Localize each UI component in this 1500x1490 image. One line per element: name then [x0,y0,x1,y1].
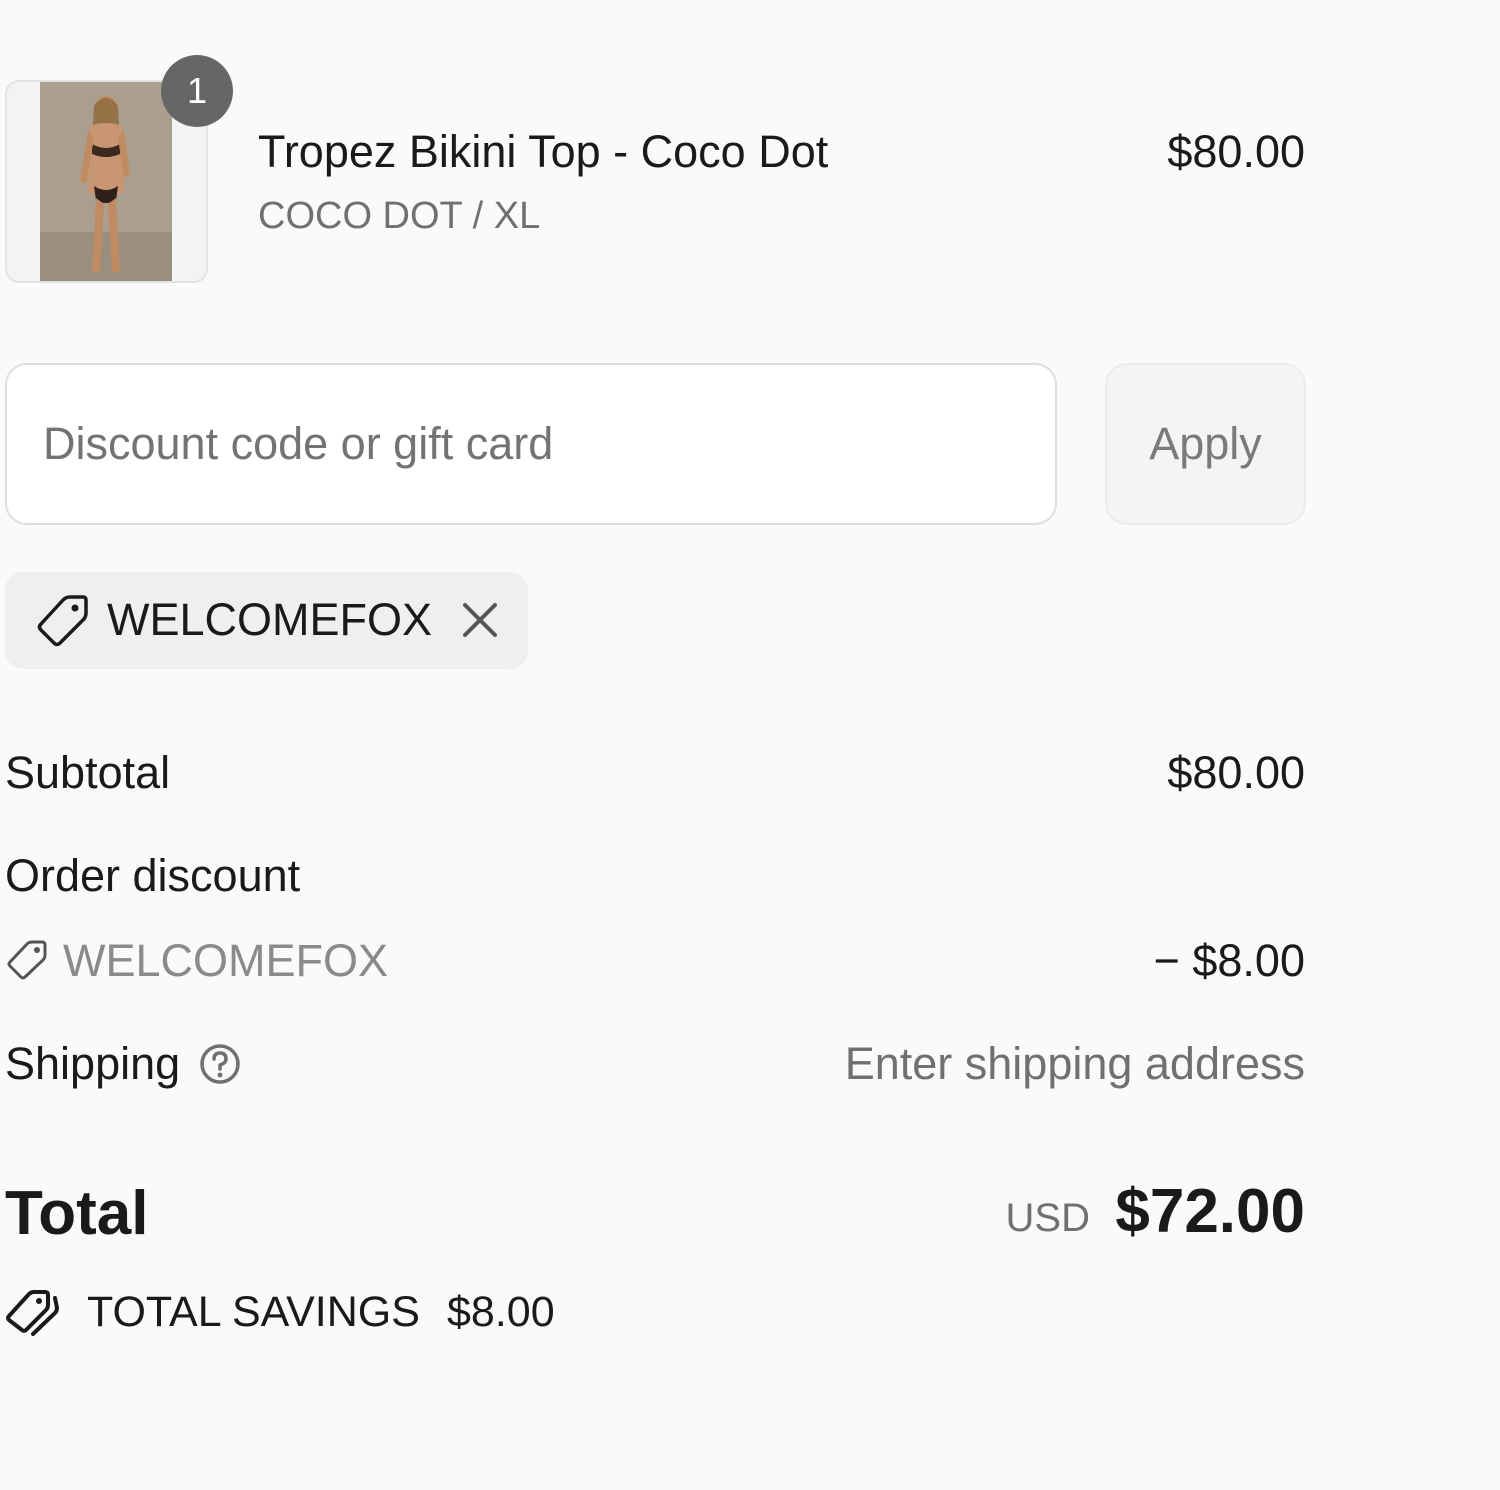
shipping-value: Enter shipping address [844,1038,1305,1089]
discount-code-label: WELCOMEFOX [63,935,389,986]
tag-icon [37,595,88,647]
applied-code-label: WELCOMEFOX [107,594,433,645]
product-image [40,82,172,281]
apply-button[interactable]: Apply [1105,363,1306,525]
shipping-label: Shipping [5,1038,181,1089]
help-icon[interactable] [198,1042,242,1086]
total-amount: $72.00 [1115,1177,1305,1246]
total-label: Total [5,1179,149,1248]
total-savings-amount: $8.00 [447,1288,555,1336]
subtotal-value: $80.00 [1167,747,1305,798]
order-discount-label: Order discount [5,850,301,901]
product-title: Tropez Bikini Top - Coco Dot [258,126,829,177]
total-savings-label: TOTAL SAVINGS [87,1288,420,1336]
applied-discount-chip: WELCOMEFOX [5,572,528,669]
quantity-badge: 1 [161,55,233,127]
discount-code-input[interactable] [5,363,1057,525]
product-variant: COCO DOT / XL [258,195,541,237]
product-price: $80.00 [1167,126,1305,177]
tag-icon [7,940,47,980]
subtotal-label: Subtotal [5,747,171,798]
savings-tags-icon [6,1290,60,1336]
currency-code: USD [1005,1196,1090,1240]
discount-value: − $8.00 [1153,935,1305,986]
close-icon[interactable] [457,597,503,643]
